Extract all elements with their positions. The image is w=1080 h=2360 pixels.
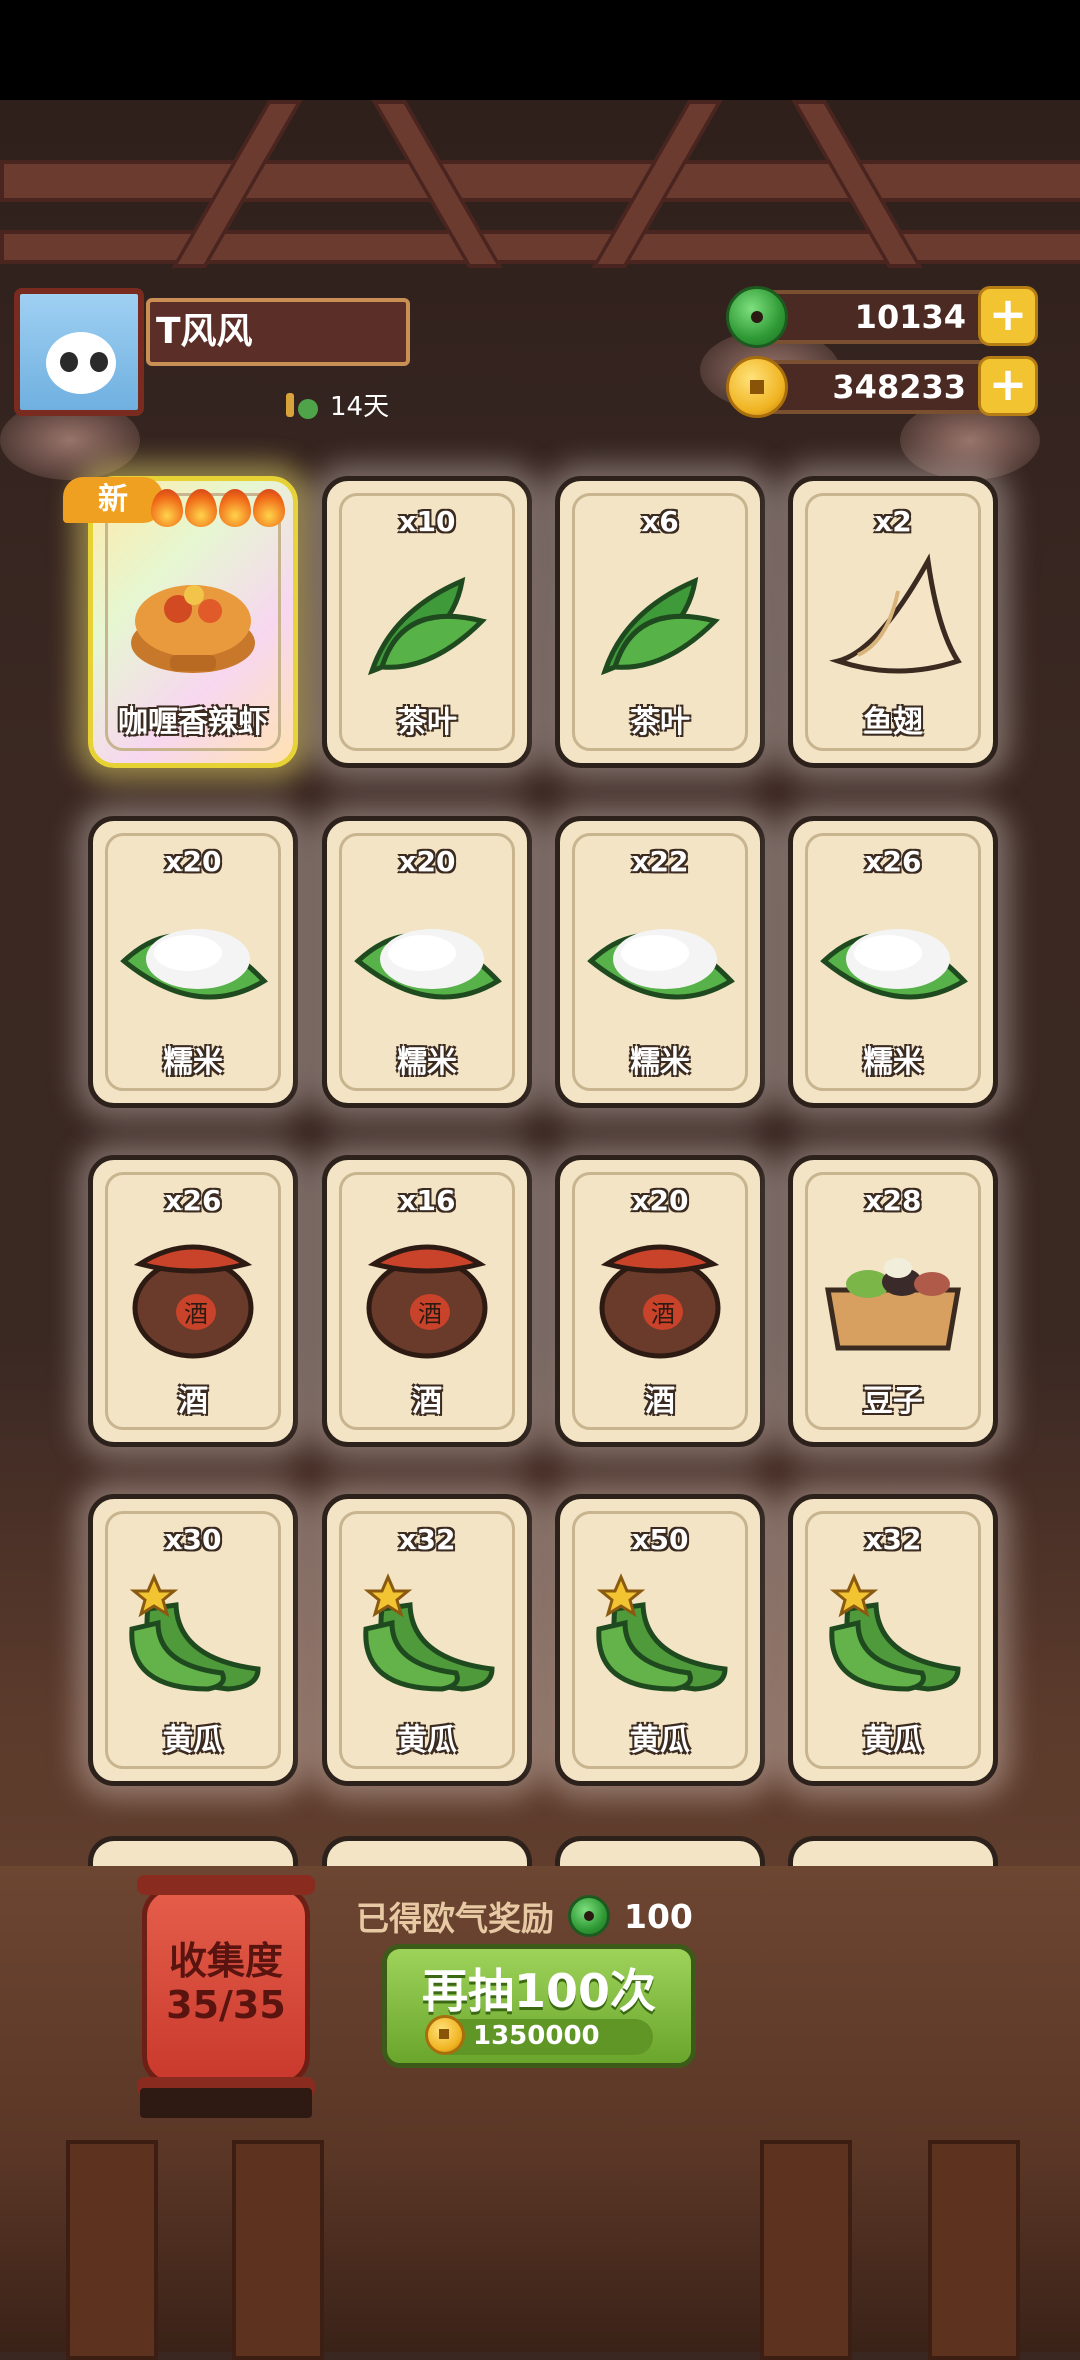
beans-box-icon (825, 1258, 961, 1351)
wine-jar-icon: 酒 (132, 1244, 254, 1359)
svg-text:酒: 酒 (184, 1300, 208, 1328)
flame-icon (151, 489, 183, 527)
card-label: 黄瓜 (630, 1723, 690, 1758)
card-count: x6 (641, 505, 679, 538)
collection-value: 35/35 (166, 1983, 286, 2027)
railing-post (232, 2140, 324, 2360)
card-label: 咖喱香辣虾 (118, 705, 268, 740)
glutinous-rice-icon (820, 929, 968, 1000)
rarity-flames (151, 489, 285, 527)
card-count: x20 (398, 845, 456, 878)
card-label: 黄瓜 (163, 1723, 223, 1758)
reward-card[interactable]: x10 茶叶 (322, 476, 532, 768)
draw-cost-value: 1350000 (473, 2021, 600, 2051)
card-label: 茶叶 (397, 705, 457, 740)
reward-card[interactable]: x26 糯米 (788, 816, 998, 1108)
reward-card[interactable]: x20 糯米 (88, 816, 298, 1108)
card-label: 糯米 (863, 1045, 923, 1080)
reward-card[interactable]: x2 鱼翅 (788, 476, 998, 768)
shark-fin-icon (829, 553, 962, 674)
card-count: x10 (398, 505, 456, 538)
card-partial (322, 1836, 532, 1866)
reward-card[interactable]: 酒 x16 酒 (322, 1155, 532, 1447)
collection-lantern[interactable]: 收集度 35/35 (137, 1875, 315, 2097)
reward-card[interactable]: x22 糯米 (555, 816, 765, 1108)
reward-card[interactable]: x28 豆子 (788, 1155, 998, 1447)
cucumber-icon (596, 1573, 728, 1692)
reward-card[interactable]: x32 黄瓜 (322, 1494, 532, 1786)
card-label: 黄瓜 (863, 1723, 923, 1758)
card-partial (88, 1836, 298, 1866)
draw-again-button[interactable]: 再抽100次 1350000 (382, 1944, 696, 2068)
flame-icon (253, 489, 285, 527)
flame-icon (185, 489, 217, 527)
reward-card[interactable]: 酒 x20 酒 (555, 1155, 765, 1447)
reward-card[interactable]: 咖喱香辣虾 新 (63, 476, 298, 768)
reward-card[interactable]: 酒 x26 酒 (88, 1155, 298, 1447)
card-count: x26 (864, 845, 922, 878)
card-count: x26 (164, 1184, 222, 1217)
reward-amount: 100 (624, 1896, 693, 1936)
jade-icon (568, 1895, 610, 1937)
tea-leaf-icon (600, 576, 720, 676)
reward-card[interactable]: x50 黄瓜 (555, 1494, 765, 1786)
draw-cost: 1350000 (425, 2015, 653, 2055)
lantern-stand (140, 2088, 312, 2118)
card-label: 鱼翅 (863, 705, 923, 740)
card-count: x32 (864, 1523, 922, 1556)
card-label: 糯米 (163, 1045, 223, 1080)
tea-leaf-icon (367, 576, 487, 676)
card-label: 酒 (412, 1384, 442, 1419)
collection-text: 收集度 35/35 (147, 1939, 305, 2027)
reward-info: 已得欧气奖励 100 (356, 1892, 693, 1940)
card-label: 茶叶 (630, 705, 690, 740)
reward-card[interactable]: x20 糯米 (322, 816, 532, 1108)
new-badge: 新 (63, 477, 163, 523)
wine-jar-icon: 酒 (366, 1244, 488, 1359)
reward-card[interactable]: x6 茶叶 (555, 476, 765, 768)
reward-label: 已得欧气奖励 (356, 1899, 554, 1938)
coin-icon (425, 2015, 465, 2055)
card-label: 糯米 (630, 1045, 690, 1080)
railing-post (760, 2140, 852, 2360)
cucumber-icon (129, 1573, 261, 1692)
card-count: x30 (164, 1523, 222, 1556)
card-label: 糯米 (397, 1045, 457, 1080)
wine-jar-icon: 酒 (599, 1244, 721, 1359)
glutinous-rice-icon (354, 929, 502, 1000)
draw-button-label: 再抽100次 (421, 1964, 657, 2018)
card-label: 酒 (178, 1384, 208, 1419)
card-label: 酒 (645, 1384, 675, 1419)
flame-icon (219, 489, 251, 527)
card-count: x28 (864, 1184, 922, 1217)
card-count: x20 (164, 845, 222, 878)
glutinous-rice-icon (120, 929, 268, 1000)
reward-card[interactable]: x30 黄瓜 (88, 1494, 298, 1786)
reward-card[interactable]: x32 黄瓜 (788, 1494, 998, 1786)
card-count: x16 (398, 1184, 456, 1217)
card-count: x32 (398, 1523, 456, 1556)
card-partial (788, 1836, 998, 1866)
card-count: x50 (631, 1523, 689, 1556)
glutinous-rice-icon (587, 929, 735, 1000)
svg-text:酒: 酒 (418, 1300, 442, 1328)
cucumber-icon (363, 1573, 495, 1692)
card-count: x2 (874, 505, 912, 538)
card-label: 豆子 (863, 1384, 923, 1419)
card-count: x20 (631, 1184, 689, 1217)
curry-shrimp-dish-icon (131, 585, 255, 673)
card-partial (555, 1836, 765, 1866)
railing-post (928, 2140, 1020, 2360)
reward-card-grid: 咖喱香辣虾 新 x10 茶叶 x6 茶叶 x2 鱼翅 x20 糯米 x20 糯米 x22 糯米 x26 糯米酒… (0, 0, 1080, 1860)
card-count: x22 (631, 845, 689, 878)
collection-label: 收集度 (168, 1939, 283, 1983)
railing-post (66, 2140, 158, 2360)
svg-text:酒: 酒 (651, 1300, 675, 1328)
card-label: 黄瓜 (397, 1723, 457, 1758)
cucumber-icon (829, 1573, 961, 1692)
